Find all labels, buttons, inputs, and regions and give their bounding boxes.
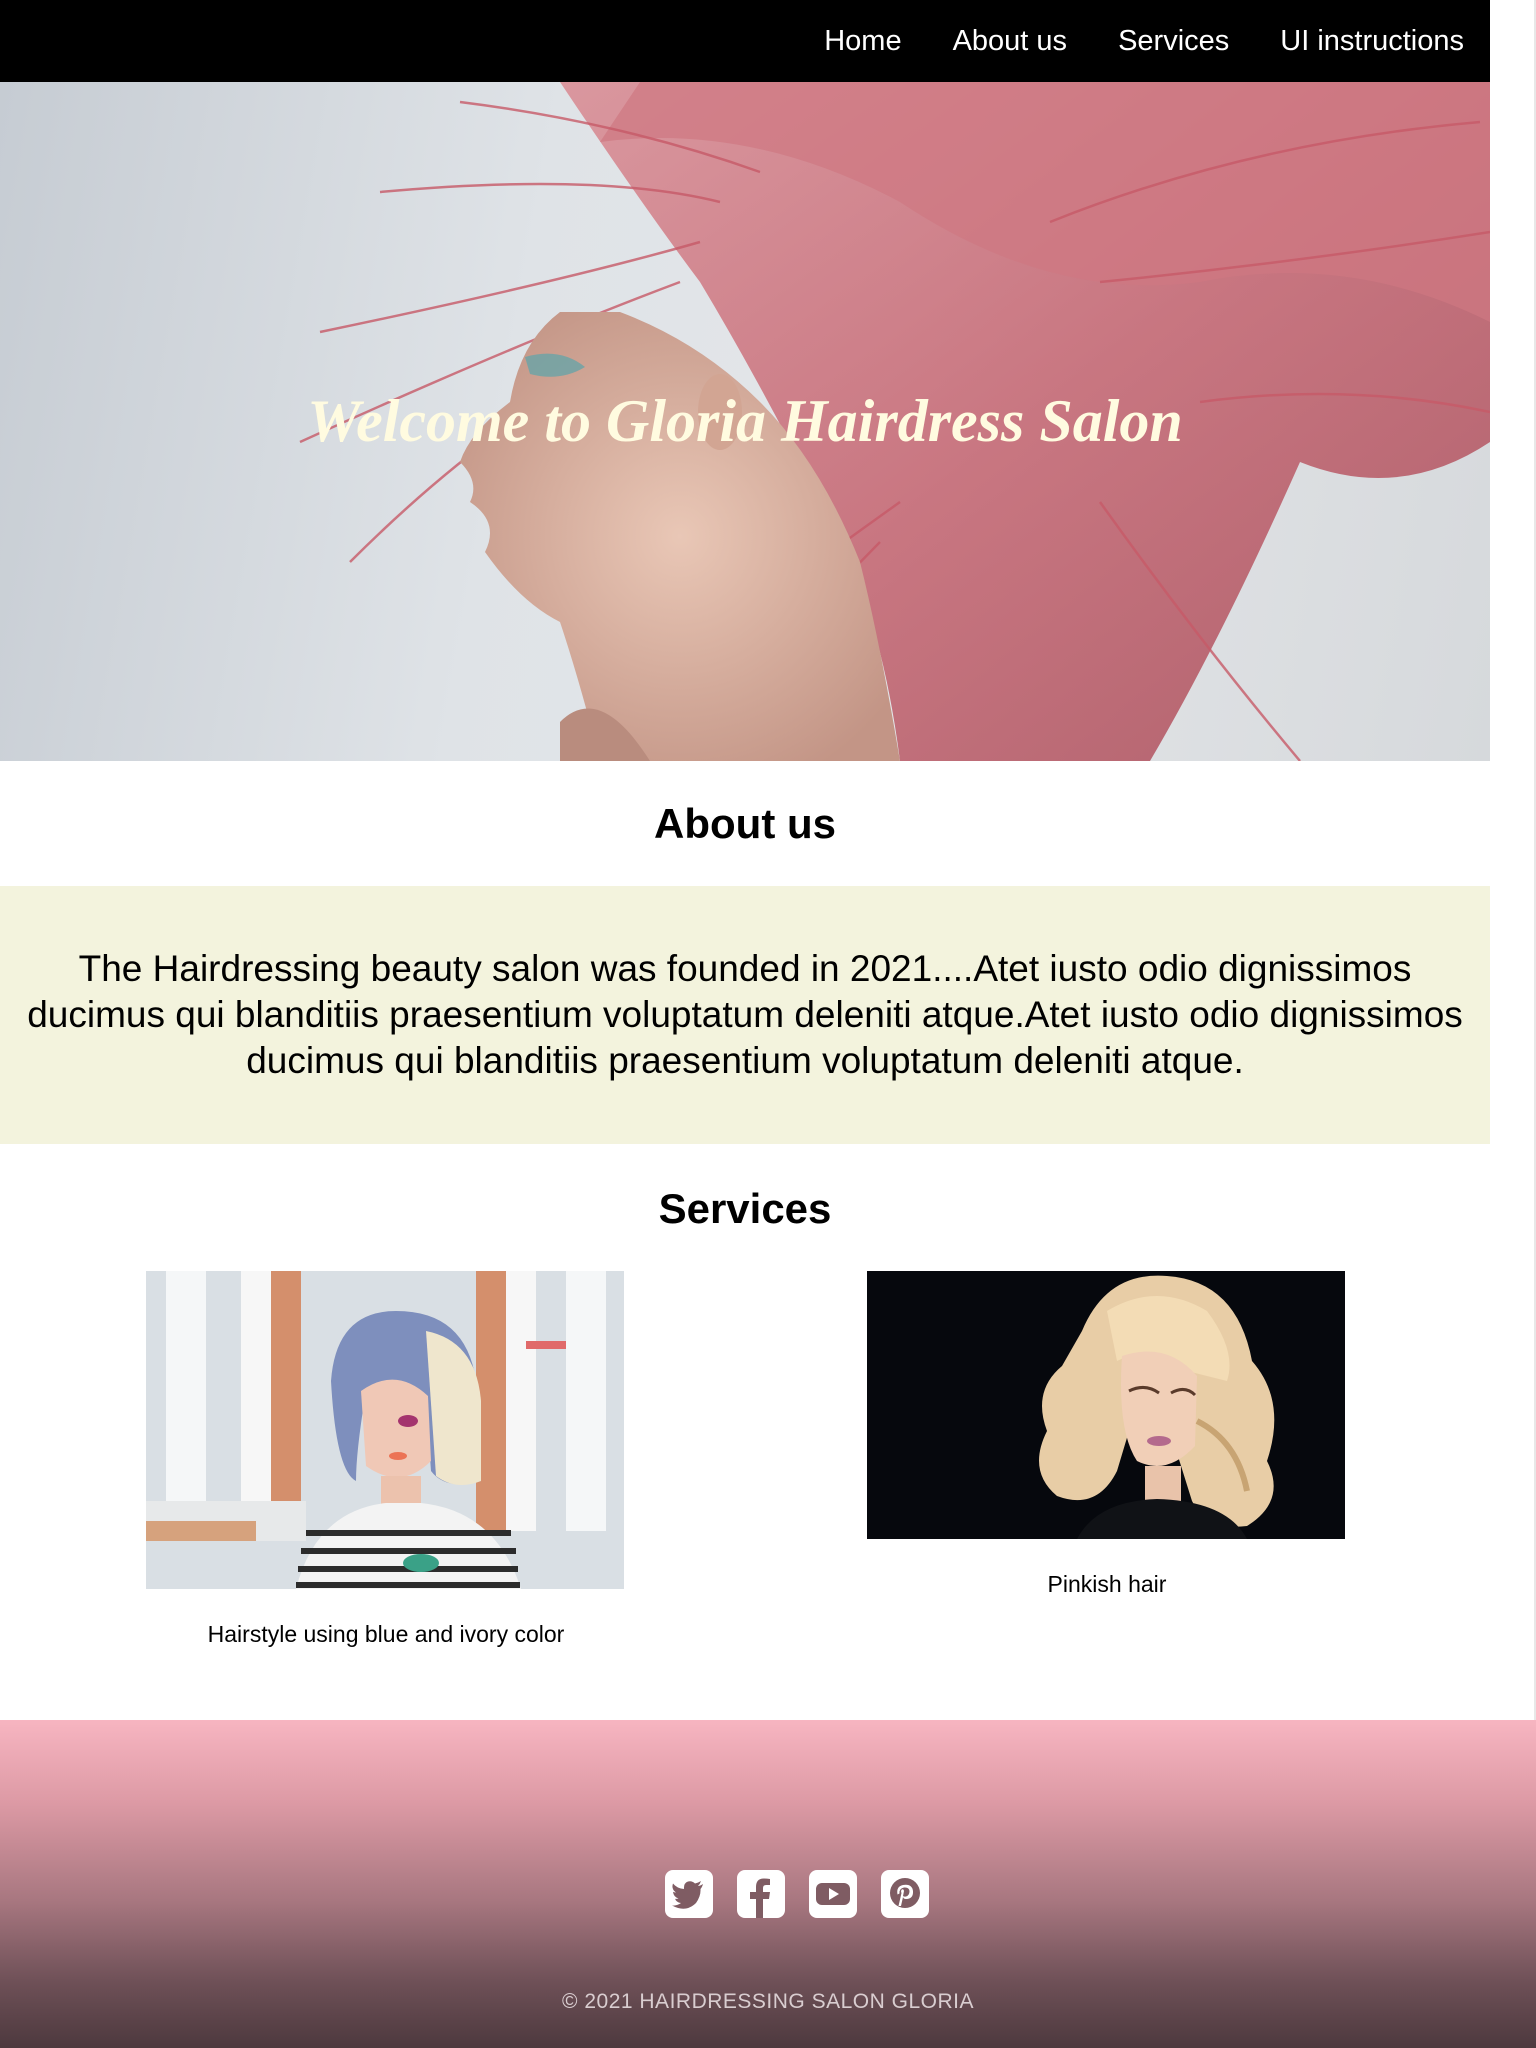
twitter-icon[interactable] xyxy=(665,1870,713,1918)
nav-link-home[interactable]: Home xyxy=(824,25,901,58)
about-section: The Hairdressing beauty salon was founde… xyxy=(0,886,1490,1144)
about-paragraph: The Hairdressing beauty salon was founde… xyxy=(27,948,1463,1081)
service-card-blue-ivory[interactable]: Hairstyle using blue and ivory color xyxy=(146,1271,624,1647)
services-heading: Services xyxy=(658,1185,832,1232)
page-scrollbar[interactable] xyxy=(1490,0,1536,1720)
nav-menu: Home About us Services UI instructions xyxy=(824,0,1464,82)
facebook-icon[interactable] xyxy=(737,1870,785,1918)
salon-photo-blonde-curls xyxy=(867,1271,1345,1539)
copyright-text: © 2021 HAIRDRESSING SALON GLORIA xyxy=(562,1990,974,2013)
salon-photo-blue-ivory xyxy=(146,1271,624,1589)
hero-title: Welcome to Gloria Hairdress Salon xyxy=(307,388,1183,454)
footer: © 2021 HAIRDRESSING SALON GLORIA xyxy=(0,1720,1536,2048)
nav-link-services[interactable]: Services xyxy=(1118,25,1229,58)
nav-link-ui-instructions[interactable]: UI instructions xyxy=(1280,25,1464,58)
top-navbar: Home About us Services UI instructions xyxy=(0,0,1490,82)
pinterest-icon[interactable] xyxy=(881,1870,929,1918)
service-image-blue-ivory-hair[interactable] xyxy=(146,1271,624,1589)
hero-banner: Welcome to Gloria Hairdress Salon xyxy=(0,82,1490,761)
service-caption: Pinkish hair xyxy=(1047,1571,1167,1597)
social-links xyxy=(665,1870,929,1918)
nav-link-about-us[interactable]: About us xyxy=(953,25,1067,58)
service-card-pinkish[interactable]: Pinkish hair xyxy=(867,1271,1345,1597)
youtube-icon[interactable] xyxy=(809,1870,857,1918)
service-caption: Hairstyle using blue and ivory color xyxy=(207,1621,565,1647)
service-image-pinkish-hair[interactable] xyxy=(867,1271,1345,1539)
about-heading: About us xyxy=(654,800,836,847)
